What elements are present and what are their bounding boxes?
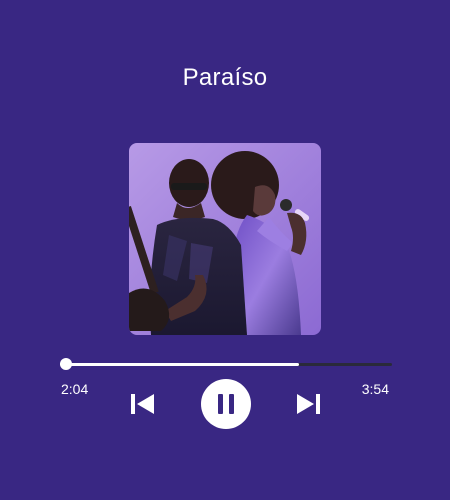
album-art — [129, 143, 321, 335]
skip-previous-icon — [131, 394, 154, 414]
seek-progress — [60, 363, 299, 366]
pause-icon — [218, 394, 234, 414]
skip-next-icon — [297, 394, 320, 414]
seek-bar[interactable] — [60, 357, 392, 371]
next-button[interactable] — [295, 392, 321, 416]
pause-button[interactable] — [201, 379, 251, 429]
current-time: 2:04 — [61, 381, 89, 397]
total-time: 3:54 — [361, 381, 389, 397]
album-art-image — [129, 143, 321, 335]
seek-thumb[interactable] — [60, 358, 72, 370]
previous-button[interactable] — [130, 392, 156, 416]
track-title: Paraíso — [182, 64, 268, 91]
